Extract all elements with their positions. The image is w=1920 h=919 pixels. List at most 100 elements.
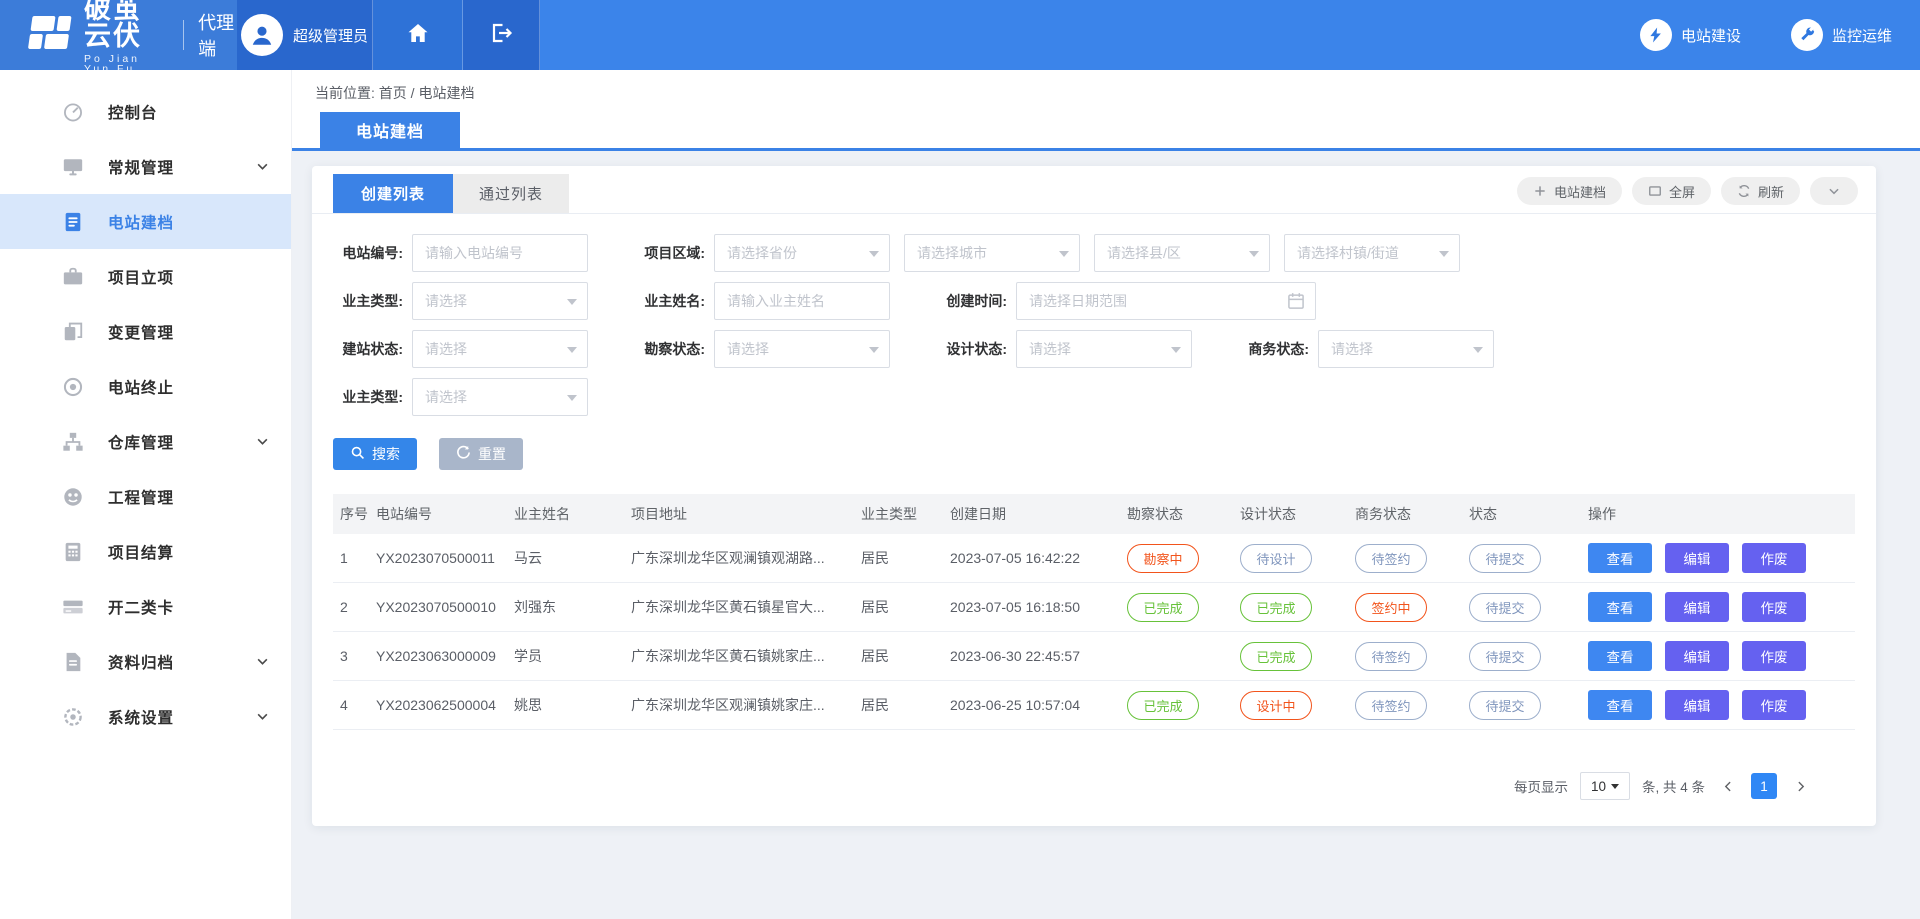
- filter-row-1: 电站编号: 项目区域: 请选择省份 请选择城市 请选择县/区 请选择村镇/街道: [333, 234, 1876, 272]
- void-button[interactable]: 作废: [1742, 592, 1806, 622]
- refresh-button[interactable]: 刷新: [1721, 177, 1800, 205]
- filter-design-status: 设计状态: 请选择: [937, 330, 1192, 368]
- void-button[interactable]: 作废: [1742, 543, 1806, 573]
- sidebar-item-warehouse-mgmt[interactable]: 仓库管理: [0, 414, 291, 469]
- chevron-down-icon: [256, 160, 269, 173]
- caret-down-icon: [869, 347, 879, 353]
- row-no: 4: [333, 697, 376, 713]
- tab-created-list[interactable]: 创建列表: [333, 174, 453, 213]
- per-page-select[interactable]: 10: [1580, 772, 1630, 800]
- edit-button[interactable]: 编辑: [1665, 592, 1729, 622]
- caret-down-icon: [1473, 347, 1483, 353]
- project-address: 广东深圳龙华区观澜镇观湖路...: [631, 548, 861, 568]
- owner-type: 居民: [861, 646, 950, 666]
- view-button[interactable]: 查看: [1588, 592, 1652, 622]
- filter-region: 项目区域: 请选择省份 请选择城市 请选择县/区 请选择村镇/街道: [635, 234, 1460, 272]
- void-button[interactable]: 作废: [1742, 690, 1806, 720]
- filter-label: 电站编号:: [333, 243, 412, 263]
- per-page-value: 10: [1591, 779, 1606, 794]
- reset-button[interactable]: 重置: [439, 438, 523, 470]
- sidebar-item-console[interactable]: 控制台: [0, 84, 291, 139]
- city-select[interactable]: 请选择城市: [904, 234, 1080, 272]
- page-tab-station-archive[interactable]: 电站建档: [320, 112, 460, 148]
- table-row: 1 YX2023070500011 马云 广东深圳龙华区观澜镇观湖路... 居民…: [333, 534, 1855, 583]
- province-select[interactable]: 请选择省份: [714, 234, 890, 272]
- plus-icon: [1533, 184, 1547, 198]
- edit-button[interactable]: 编辑: [1665, 690, 1729, 720]
- design-status-badge: 已完成: [1240, 593, 1312, 622]
- view-button[interactable]: 查看: [1588, 690, 1652, 720]
- sidebar-item-station-archive[interactable]: 电站建档: [0, 194, 291, 249]
- collapse-toolbar-button[interactable]: [1810, 177, 1858, 205]
- create-station-button[interactable]: 电站建档: [1517, 177, 1622, 205]
- search-buttons: 搜索 重置: [333, 438, 1876, 470]
- brand-pinyin: Po Jian Yun Fu: [84, 54, 167, 75]
- current-user[interactable]: 超级管理员: [237, 0, 373, 70]
- table-header: 序号 电站编号 业主姓名 项目地址 业主类型 创建日期 勘察状态 设计状态 商务…: [333, 494, 1855, 534]
- page-1-button[interactable]: 1: [1751, 773, 1777, 799]
- filter-row-3: 建站状态: 请选择 勘察状态: 请选择 设计状态: 请选择 商务状态:: [333, 330, 1876, 368]
- filter-owner-name: 业主姓名:: [635, 282, 890, 320]
- project-address: 广东深圳龙华区黄石镇星官大...: [631, 597, 861, 617]
- sidebar-item-general-mgmt[interactable]: 常规管理: [0, 139, 291, 194]
- caret-down-icon: [567, 299, 577, 305]
- breadcrumb: 当前位置: 首页 / 电站建档: [315, 83, 474, 103]
- home-button[interactable]: [373, 0, 463, 70]
- per-page-label: 每页显示: [1514, 776, 1568, 796]
- logout-icon: [489, 21, 513, 50]
- filter-row-4: 业主类型: 请选择: [333, 378, 1876, 416]
- caret-down-icon: [1249, 251, 1259, 257]
- business-status-select[interactable]: 请选择: [1318, 330, 1494, 368]
- sidebar-item-project-settlement[interactable]: 项目结算: [0, 524, 291, 579]
- survey-status-badge: 勘察中: [1127, 544, 1199, 573]
- create-date: 2023-06-25 10:57:04: [950, 697, 1127, 713]
- next-page-button[interactable]: [1789, 773, 1811, 799]
- col-header: 创建日期: [950, 504, 1127, 524]
- gauge-icon: [62, 486, 84, 508]
- owner-type: 居民: [861, 548, 950, 568]
- button-label: 刷新: [1758, 182, 1784, 201]
- owner-type2-select[interactable]: 请选择: [412, 378, 588, 416]
- edit-button[interactable]: 编辑: [1665, 543, 1729, 573]
- sidebar-item-data-archive[interactable]: 资料归档: [0, 634, 291, 689]
- sidebar-item-engineering-mgmt[interactable]: 工程管理: [0, 469, 291, 524]
- prev-page-button[interactable]: [1717, 773, 1739, 799]
- nav-station-construction[interactable]: 电站建设: [1640, 19, 1741, 51]
- document-icon: [62, 211, 84, 233]
- view-button[interactable]: 查看: [1588, 543, 1652, 573]
- village-select[interactable]: 请选择村镇/街道: [1284, 234, 1460, 272]
- search-icon: [350, 445, 365, 463]
- owner-type: 居民: [861, 597, 950, 617]
- nav-monitor-ops[interactable]: 监控运维: [1791, 19, 1892, 51]
- sidebar-item-system-settings[interactable]: 系统设置: [0, 689, 291, 744]
- sidebar-item-change-mgmt[interactable]: 变更管理: [0, 304, 291, 359]
- sidebar-item-label: 工程管理: [108, 486, 174, 508]
- view-button[interactable]: 查看: [1588, 641, 1652, 671]
- status-badge: 待提交: [1469, 642, 1541, 671]
- date-range-input[interactable]: 请选择日期范围: [1016, 282, 1316, 320]
- sidebar-item-open-class2-card[interactable]: 开二类卡: [0, 579, 291, 634]
- sidebar-item-station-termination[interactable]: 电站终止: [0, 359, 291, 414]
- fullscreen-button[interactable]: 全屏: [1632, 177, 1711, 205]
- tab-approved-list[interactable]: 通过列表: [453, 174, 569, 213]
- brand-divider: [183, 20, 184, 50]
- survey-status-select[interactable]: 请选择: [714, 330, 890, 368]
- reset-icon: [456, 445, 471, 463]
- user-avatar-icon: [241, 14, 283, 56]
- build-status-select[interactable]: 请选择: [412, 330, 588, 368]
- design-status-select[interactable]: 请选择: [1016, 330, 1192, 368]
- void-button[interactable]: 作废: [1742, 641, 1806, 671]
- caret-down-icon: [1171, 347, 1181, 353]
- select-placeholder: 请选择村镇/街道: [1297, 243, 1399, 263]
- sidebar-item-label: 控制台: [108, 101, 158, 123]
- edit-button[interactable]: 编辑: [1665, 641, 1729, 671]
- owner-name-input[interactable]: [714, 282, 890, 320]
- sidebar-item-project-initiation[interactable]: 项目立项: [0, 249, 291, 304]
- page: 破茧云伏 Po Jian Yun Fu 代理端 超级管理员: [0, 0, 1920, 919]
- design-status-badge: 已完成: [1240, 642, 1312, 671]
- owner-type-select[interactable]: 请选择: [412, 282, 588, 320]
- county-select[interactable]: 请选择县/区: [1094, 234, 1270, 272]
- logout-button[interactable]: [463, 0, 540, 70]
- search-button[interactable]: 搜索: [333, 438, 417, 470]
- station-no-input[interactable]: [412, 234, 588, 272]
